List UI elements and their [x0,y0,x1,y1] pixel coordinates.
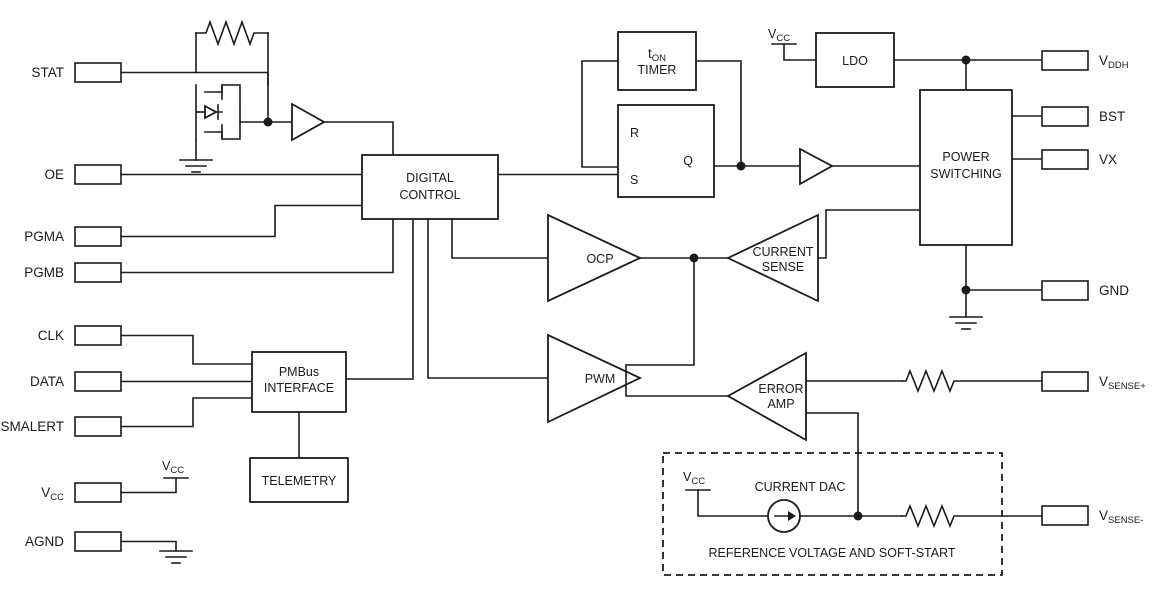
digital-control-label-line2: CONTROL [399,188,460,202]
vddh-pin[interactable]: VDDH [1041,50,1129,71]
q-output-junction [736,161,746,171]
mosfet-icon [195,84,241,161]
vcc-pin-label: VCC [41,485,64,503]
block-diagram-canvas: STAT OE PGMA PGMB CLK DATA SMALERT VCC V… [0,0,1154,592]
current-sense-label-line2: SENSE [762,260,804,274]
telemetry-block[interactable]: TELEMETRY [249,457,349,503]
pwm-label: PWM [585,372,616,386]
pgmb-pin-label: PGMB [24,265,64,280]
pgma-pin[interactable]: PGMA [24,226,122,247]
ton-timer-block[interactable]: tON TIMER [617,31,697,91]
rs-latch-s-label: S [630,173,638,187]
agnd-ground-icon [159,550,193,564]
smalert-pin[interactable]: SMALERT [0,416,122,437]
stat-buffer-icon [291,102,326,142]
vsensen-pin[interactable]: VSENSE- [1041,505,1143,526]
power-ground-icon [949,289,983,330]
oe-pin-label: OE [44,167,64,182]
gnd-pin-label: GND [1099,283,1129,298]
telemetry-label: TELEMETRY [262,474,337,488]
clk-pin[interactable]: CLK [38,325,122,346]
digital-control-block[interactable]: DIGITAL CONTROL [361,154,499,220]
digital-control-label-line1: DIGITAL [406,171,454,185]
rs-latch-r-label: R [630,126,639,140]
vsensep-pin-label: VSENSE+ [1099,374,1146,392]
dac-vcc-label: VCC [683,470,705,487]
data-pin-label: DATA [30,374,64,389]
ton-timer-label-line2: TIMER [638,63,677,77]
vsensen-pin-label: VSENSE- [1099,508,1143,526]
data-pin[interactable]: DATA [30,371,122,392]
rs-latch-block[interactable]: R S Q [617,104,715,198]
reference-softstart-group: REFERENCE VOLTAGE AND SOFT-START [662,452,1003,576]
current-dac-label: CURRENT DAC [755,480,846,494]
vddh-junction [961,55,971,65]
current-sense-label-line1: CURRENT [752,245,813,259]
ocp-block[interactable]: OCP [547,213,643,303]
rs-latch-q-label: Q [683,154,693,168]
pgma-pin-label: PGMA [24,229,64,244]
vddh-pin-label: VDDH [1099,53,1129,71]
error-amp-block[interactable]: ERROR AMP [726,351,807,442]
pmbus-label-line1: PMBus [279,365,319,379]
pmbus-label-line2: INTERFACE [264,381,334,395]
gate-driver-buffer-icon [799,147,834,186]
oe-pin[interactable]: OE [44,164,122,185]
bst-pin[interactable]: BST [1041,106,1125,127]
ocp-label: OCP [586,252,613,266]
agnd-pin-label: AGND [25,534,64,549]
ldo-vcc-label: VCC [768,27,790,44]
power-switching-label-line1: POWER [942,150,989,164]
vcc-supply-label-left: VCC [162,459,184,476]
reference-softstart-label: REFERENCE VOLTAGE AND SOFT-START [708,546,955,560]
dac-output-junction [853,511,863,521]
vsensep-pin[interactable]: VSENSE+ [1041,371,1146,392]
vx-pin[interactable]: VX [1041,149,1117,170]
error-amp-label-line1: ERROR [758,382,803,396]
vcc-pin[interactable]: VCC [41,482,122,503]
gnd-pin[interactable]: GND [1041,280,1129,301]
power-switching-block[interactable]: POWER SWITCHING [919,89,1013,246]
bst-pin-label: BST [1099,109,1125,124]
vx-pin-label: VX [1099,152,1117,167]
clk-pin-label: CLK [38,328,64,343]
smalert-pin-label: SMALERT [0,419,64,434]
ldo-label: LDO [842,54,868,68]
power-switching-label-line2: SWITCHING [930,167,1002,181]
current-sense-block[interactable]: CURRENT SENSE [725,213,819,303]
mosfet-ground-icon [179,159,213,173]
agnd-pin[interactable]: AGND [25,531,122,552]
ldo-block[interactable]: LDO [815,32,895,88]
pmbus-interface-block[interactable]: PMBus INTERFACE [251,351,347,413]
current-dac-source-icon [767,499,801,533]
schematic-svg: STAT OE PGMA PGMB CLK DATA SMALERT VCC V… [0,19,1146,576]
pgmb-pin[interactable]: PGMB [24,262,122,283]
error-amp-label-line2: AMP [767,397,794,411]
stat-pin[interactable]: STAT [32,62,122,83]
stat-drain-junction [263,117,273,127]
stat-pin-label: STAT [32,65,65,80]
